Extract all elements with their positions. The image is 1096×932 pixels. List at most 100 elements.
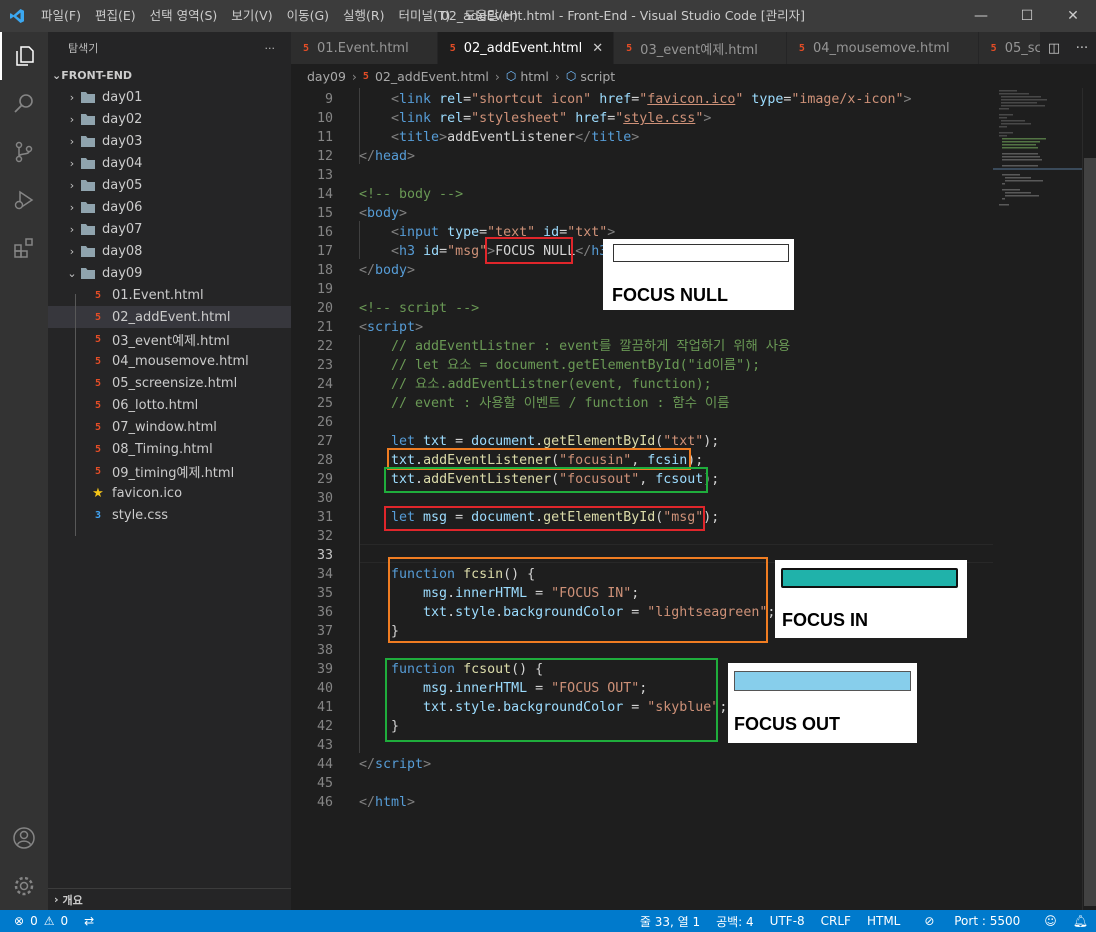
- folder-day07[interactable]: › day07: [48, 218, 291, 240]
- code-line[interactable]: 28 txt.addEventListener("focusin", fcsin…: [291, 451, 993, 470]
- error-count[interactable]: 0: [30, 914, 38, 928]
- line-number: 24: [316, 377, 333, 392]
- code-line[interactable]: 45: [291, 774, 993, 793]
- code-token: ,: [639, 472, 656, 487]
- warning-icon[interactable]: ⚠: [44, 914, 55, 928]
- code-token: =: [447, 434, 472, 449]
- live-server-port[interactable]: ⊘ Port : 5500: [908, 914, 1036, 928]
- source-control-icon[interactable]: [0, 128, 48, 176]
- code-line[interactable]: 30: [291, 489, 993, 508]
- maximize-icon[interactable]: ☐: [1004, 0, 1050, 32]
- file-item[interactable]: 5 02_addEvent.html: [48, 306, 291, 328]
- menu-terminal[interactable]: 터미널(T): [392, 0, 458, 32]
- language-mode[interactable]: HTML: [859, 914, 908, 928]
- file-item[interactable]: 5 07_window.html: [48, 416, 291, 438]
- folder-day03[interactable]: › day03: [48, 130, 291, 152]
- run-debug-icon[interactable]: [0, 176, 48, 224]
- code-line[interactable]: 31 let msg = document.getElementById("ms…: [291, 508, 993, 527]
- folder-icon: [80, 178, 96, 192]
- menu-edit[interactable]: 편집(E): [88, 0, 143, 32]
- notifications-bell-icon[interactable]: 🔔︎: [1065, 914, 1096, 928]
- tab-02-addevent[interactable]: 5 02_addEvent.html ✕: [437, 32, 615, 64]
- close-window-icon[interactable]: ✕: [1050, 0, 1096, 32]
- code-line[interactable]: 15 <body>: [291, 204, 993, 223]
- code-line[interactable]: 23 // let 요소 = document.getElementById("…: [291, 356, 993, 375]
- remote-share-icon[interactable]: ⇄: [84, 914, 94, 928]
- menu-file[interactable]: 파일(F): [34, 0, 88, 32]
- file-item[interactable]: 5 08_Timing.html: [48, 438, 291, 460]
- code-line[interactable]: 27 let txt = document.getElementById("tx…: [291, 432, 993, 451]
- code-line[interactable]: 24 // 요소.addEventListner(event, function…: [291, 375, 993, 394]
- code-line[interactable]: 29 txt.addEventListener("focusout", fcso…: [291, 470, 993, 489]
- warning-count[interactable]: 0: [60, 914, 68, 928]
- code-line[interactable]: 25 // event : 사용할 이벤트 / function : 함수 이름: [291, 394, 993, 413]
- file-item[interactable]: 5 04_mousemove.html: [48, 350, 291, 372]
- minimap[interactable]: [993, 88, 1082, 910]
- account-icon[interactable]: [0, 814, 48, 862]
- feedback-icon[interactable]: ☺: [1036, 914, 1065, 928]
- more-actions-icon[interactable]: ···: [265, 42, 276, 55]
- code-line[interactable]: 21 <script>: [291, 318, 993, 337]
- tab-01-event[interactable]: 5 01.Event.html: [291, 32, 438, 64]
- folder-day02[interactable]: › day02: [48, 108, 291, 130]
- code-line[interactable]: 11 <title>addEventListener</title>: [291, 128, 993, 147]
- code-line[interactable]: 38: [291, 641, 993, 660]
- menu-run[interactable]: 실행(R): [336, 0, 391, 32]
- breadcrumb-html[interactable]: html: [520, 69, 548, 84]
- menu-help[interactable]: 도움말(H): [457, 0, 525, 32]
- code-line[interactable]: 10 <link rel="stylesheet" href="style.cs…: [291, 109, 993, 128]
- folder-day09[interactable]: ⌄ day09: [48, 262, 291, 284]
- scrollbar-thumb[interactable]: [1084, 158, 1096, 906]
- minimize-icon[interactable]: —: [958, 0, 1004, 32]
- file-item[interactable]: 5 06_lotto.html: [48, 394, 291, 416]
- folder-day05[interactable]: › day05: [48, 174, 291, 196]
- tab-04-mousemove[interactable]: 5 04_mousemove.html: [786, 32, 979, 64]
- code-editor[interactable]: 9 <link rel="shortcut icon" href="favico…: [291, 88, 993, 910]
- breadcrumb-folder[interactable]: day09: [307, 69, 346, 84]
- cursor-position[interactable]: 줄 33, 열 1: [632, 913, 708, 930]
- file-item[interactable]: 5 09_timing예제.html: [48, 460, 291, 482]
- code-line[interactable]: 14 <!-- body -->: [291, 185, 993, 204]
- vertical-scrollbar[interactable]: [1082, 88, 1096, 910]
- folder-day08[interactable]: › day08: [48, 240, 291, 262]
- code-line[interactable]: 12 </head>: [291, 147, 993, 166]
- split-editor-icon[interactable]: ◫: [1048, 41, 1060, 56]
- encoding[interactable]: UTF-8: [762, 914, 813, 928]
- code-token: >: [423, 757, 432, 772]
- file-item[interactable]: 3 style.css: [48, 504, 291, 526]
- outline-section[interactable]: › 개요: [48, 888, 291, 910]
- settings-gear-icon[interactable]: [0, 862, 48, 910]
- tab-more-icon[interactable]: ···: [1076, 41, 1088, 56]
- breadcrumb-file[interactable]: 02_addEvent.html: [375, 69, 489, 84]
- menu-go[interactable]: 이동(G): [280, 0, 336, 32]
- code-line[interactable]: 22 // addEventListner : event를 깔끔하게 작업하기…: [291, 337, 993, 356]
- line-code: <input type="text" id="txt">: [359, 223, 615, 242]
- file-item[interactable]: ★ favicon.ico: [48, 482, 291, 504]
- code-line[interactable]: 44 </script>: [291, 755, 993, 774]
- file-item[interactable]: 5 03_event예제.html: [48, 328, 291, 350]
- search-icon[interactable]: [0, 80, 48, 128]
- menu-selection[interactable]: 선택 영역(S): [143, 0, 225, 32]
- code-token: type: [447, 225, 480, 240]
- indentation[interactable]: 공백: 4: [708, 913, 762, 930]
- folder-day04[interactable]: › day04: [48, 152, 291, 174]
- end-of-line[interactable]: CRLF: [813, 914, 859, 928]
- code-line[interactable]: 32: [291, 527, 993, 546]
- menu-view[interactable]: 보기(V): [224, 0, 279, 32]
- extensions-icon[interactable]: [0, 224, 48, 272]
- folder-day01[interactable]: › day01: [48, 86, 291, 108]
- workspace-root[interactable]: ⌄ FRONT-END: [48, 64, 291, 86]
- code-line[interactable]: 46 </html>: [291, 793, 993, 812]
- explorer-icon[interactable]: [0, 32, 48, 80]
- file-item[interactable]: 5 05_screensize.html: [48, 372, 291, 394]
- tab-03-event-example[interactable]: 5 03_event예제.html: [614, 32, 787, 64]
- code-token: <: [359, 92, 400, 107]
- folder-day06[interactable]: › day06: [48, 196, 291, 218]
- code-line[interactable]: 9 <link rel="shortcut icon" href="favico…: [291, 90, 993, 109]
- close-tab-icon[interactable]: ✕: [592, 41, 603, 56]
- breadcrumb-script[interactable]: script: [580, 69, 615, 84]
- code-line[interactable]: 26: [291, 413, 993, 432]
- file-item[interactable]: 5 01.Event.html: [48, 284, 291, 306]
- code-line[interactable]: 13: [291, 166, 993, 185]
- error-icon[interactable]: ⊗: [14, 914, 24, 928]
